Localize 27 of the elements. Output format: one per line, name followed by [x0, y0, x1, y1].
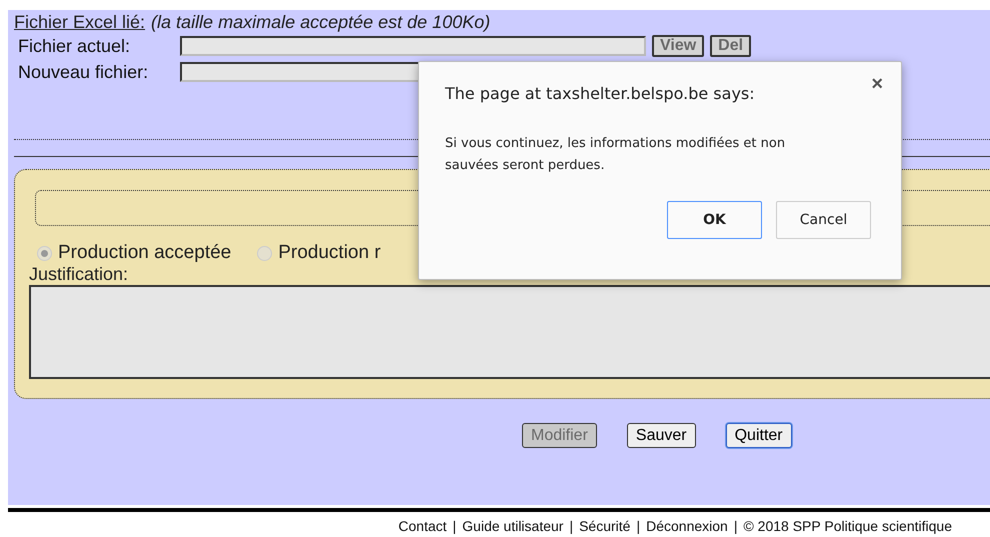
footer-link[interactable]: Guide utilisateur [462, 518, 564, 534]
footer-link[interactable]: Sécurité [579, 518, 630, 534]
separator: | [452, 518, 456, 534]
separator: | [569, 518, 574, 534]
separator: | [734, 518, 738, 534]
section-heading: Fichier Excel lié: [14, 12, 146, 33]
action-button[interactable]: Quitter [726, 423, 792, 448]
radio-label: Production r [278, 242, 381, 264]
separator: | [636, 518, 640, 534]
dialog-title: The page at taxshelter.belspo.be says: [445, 84, 756, 103]
dialog-button[interactable]: OK [667, 201, 762, 239]
close-button[interactable]: × [865, 72, 889, 97]
field-label: Nouveau fichier: [18, 62, 150, 82]
footer-link[interactable]: Contact [398, 518, 447, 534]
field-label: Fichier actuel: [18, 36, 132, 56]
dialog-message: Si vous continuez, les informations modifiées et non sauvées seront perdues. [445, 135, 786, 175]
radio-button[interactable] [257, 246, 272, 260]
dialog-button[interactable]: Cancel [776, 201, 871, 239]
justification-label: Justification: [29, 264, 130, 285]
file-field[interactable] [180, 36, 646, 56]
radio-label: Production acceptée [58, 242, 232, 264]
justification-field[interactable] [29, 285, 990, 379]
size-note: (la taille maximale acceptée est de 100Ko) [151, 12, 490, 33]
footer-link[interactable]: Déconnexion [646, 518, 728, 534]
copyright: © 2018 SPP Politique scientifique [743, 518, 952, 534]
radio-button[interactable] [37, 246, 52, 260]
action-button[interactable]: Sauver [626, 423, 696, 448]
